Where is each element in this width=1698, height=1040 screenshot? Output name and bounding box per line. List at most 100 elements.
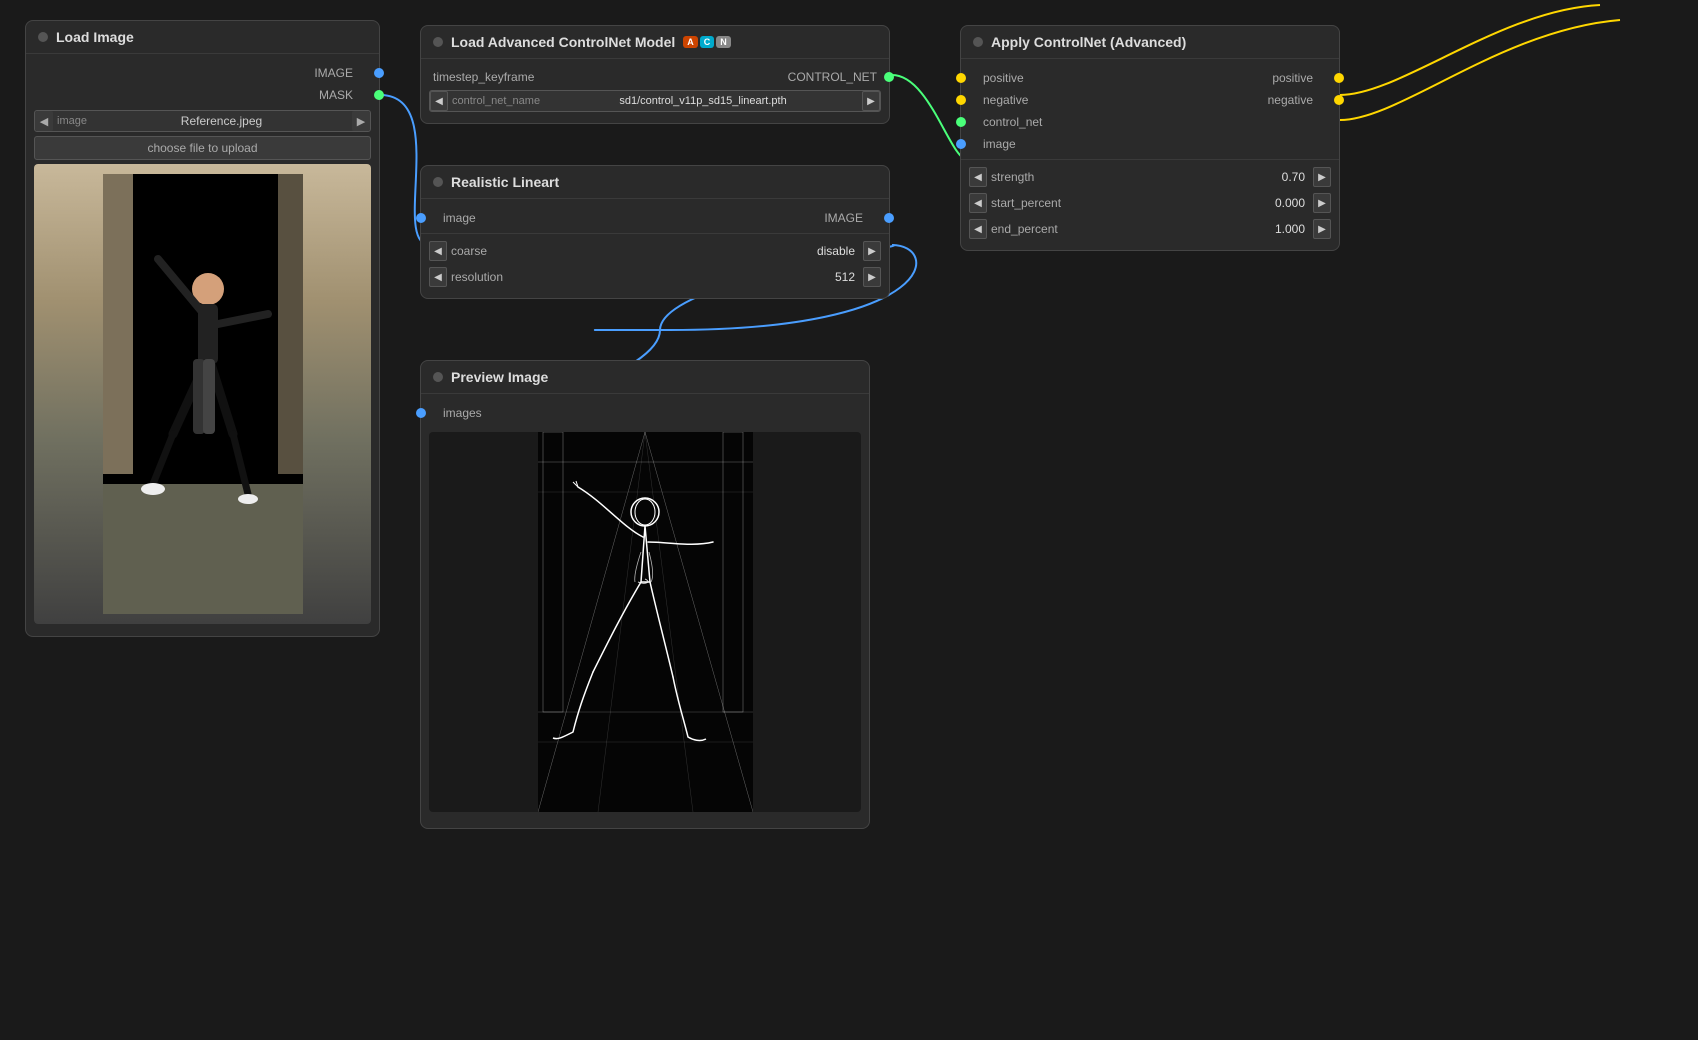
lineart-image-output-label: IMAGE: [824, 211, 863, 225]
end-percent-value: 1.000: [1275, 222, 1305, 236]
apply-image-input-label: image: [983, 137, 1016, 151]
controlnet-model-body: timestep_keyframe CONTROL_NET ◀ control_…: [421, 59, 889, 123]
control-net-name-input[interactable]: ◀ control_net_name sd1/control_v11p_sd15…: [429, 90, 881, 112]
apply-controlnet-dot: [973, 37, 983, 47]
load-image-body: IMAGE MASK ◀ image Reference.jpeg ▶ choo…: [26, 54, 379, 636]
controlnet-model-header: Load Advanced ControlNet Model A C N: [421, 26, 889, 59]
lineart-body: image IMAGE ◀ coarse disable ▶ ◀ resolut…: [421, 199, 889, 298]
control-net-input-dot[interactable]: [956, 117, 966, 127]
end-percent-label: end_percent: [991, 222, 1271, 236]
image-output-dot[interactable]: [374, 68, 384, 78]
resolution-value: 512: [835, 270, 855, 284]
mask-output-dot[interactable]: [374, 90, 384, 100]
apply-controlnet-title: Apply ControlNet (Advanced): [991, 34, 1186, 50]
start-percent-label: start_percent: [991, 196, 1271, 210]
strength-value: 0.70: [1282, 170, 1305, 184]
end-percent-prev-btn[interactable]: ◀: [969, 219, 987, 239]
badge-c: C: [700, 36, 715, 48]
resolution-control-row: ◀ resolution 512 ▶: [421, 264, 889, 290]
positive-input-label: positive: [983, 71, 1024, 85]
image-output-row: IMAGE: [26, 62, 379, 84]
coarse-control-row: ◀ coarse disable ▶: [421, 238, 889, 264]
strength-label: strength: [991, 170, 1278, 184]
controlnet-model-title: Load Advanced ControlNet Model: [451, 34, 675, 50]
image-input-row: image: [961, 133, 1339, 155]
preview-header: Preview Image: [421, 361, 869, 394]
lineart-image-input-label: image: [443, 211, 476, 225]
positive-input-dot[interactable]: [956, 73, 966, 83]
control-net-output-dot[interactable]: [884, 72, 894, 82]
divider-2: [421, 233, 889, 234]
positive-output-label: positive: [1272, 71, 1313, 85]
mask-output-label: MASK: [319, 88, 353, 102]
preview-image-node: Preview Image images: [420, 360, 870, 829]
upload-button[interactable]: choose file to upload: [34, 136, 371, 160]
badge-n: N: [716, 36, 731, 48]
load-image-node: Load Image IMAGE MASK ◀ image Reference.…: [25, 20, 380, 637]
badge-a: A: [683, 36, 698, 48]
image-preview-area: [34, 164, 371, 624]
positive-output-dot[interactable]: [1334, 73, 1344, 83]
resolution-label: resolution: [451, 270, 831, 284]
dancer-svg: [103, 174, 303, 614]
resolution-next-btn[interactable]: ▶: [863, 267, 881, 287]
controlnet-model-dot: [433, 37, 443, 47]
file-field-label: image: [53, 113, 91, 129]
timestep-keyframe-label: timestep_keyframe: [433, 70, 534, 84]
coarse-value: disable: [817, 244, 855, 258]
control-net-input-row: control_net: [961, 111, 1339, 133]
dancer-image: [34, 164, 371, 624]
strength-control-row: ◀ strength 0.70 ▶: [961, 164, 1339, 190]
load-image-header: Load Image: [26, 21, 379, 54]
preview-body: images: [421, 394, 869, 828]
start-percent-next-btn[interactable]: ▶: [1313, 193, 1331, 213]
end-percent-next-btn[interactable]: ▶: [1313, 219, 1331, 239]
negative-input-row: negative negative: [961, 89, 1339, 111]
control-net-name-value: sd1/control_v11p_sd15_lineart.pth: [544, 93, 862, 109]
start-percent-value: 0.000: [1275, 196, 1305, 210]
strength-next-btn[interactable]: ▶: [1313, 167, 1331, 187]
coarse-label: coarse: [451, 244, 813, 258]
lineart-image-input-dot[interactable]: [416, 213, 426, 223]
lineart-image-row: image IMAGE: [421, 207, 889, 229]
coarse-prev-btn[interactable]: ◀: [429, 241, 447, 261]
strength-prev-btn[interactable]: ◀: [969, 167, 987, 187]
resolution-prev-btn[interactable]: ◀: [429, 267, 447, 287]
apply-image-input-dot[interactable]: [956, 139, 966, 149]
file-selector[interactable]: ◀ image Reference.jpeg ▶: [34, 110, 371, 132]
load-image-dot: [38, 32, 48, 42]
preview-title: Preview Image: [451, 369, 548, 385]
lineart-svg: [538, 432, 753, 812]
prev-file-btn[interactable]: ◀: [35, 111, 53, 131]
lineart-title: Realistic Lineart: [451, 174, 559, 190]
control-net-name-label: control_net_name: [448, 93, 544, 109]
next-file-btn[interactable]: ▶: [352, 111, 370, 131]
acn-badges: A C N: [683, 36, 731, 48]
negative-output-dot[interactable]: [1334, 95, 1344, 105]
load-image-title: Load Image: [56, 29, 134, 45]
current-file-name: Reference.jpeg: [91, 112, 352, 130]
divider-1: [961, 159, 1339, 160]
mask-output-row: MASK: [26, 84, 379, 106]
lineart-preview-area: [429, 432, 861, 812]
negative-output-label: negative: [1268, 93, 1313, 107]
preview-dot: [433, 372, 443, 382]
controlnet-model-node: Load Advanced ControlNet Model A C N tim…: [420, 25, 890, 124]
image-output-label: IMAGE: [314, 66, 353, 80]
lineart-image-output-dot[interactable]: [884, 213, 894, 223]
preview-images-row: images: [421, 402, 869, 424]
control-net-output-label: CONTROL_NET: [788, 70, 877, 84]
preview-images-label: images: [443, 406, 482, 420]
negative-input-dot[interactable]: [956, 95, 966, 105]
end-percent-control-row: ◀ end_percent 1.000 ▶: [961, 216, 1339, 242]
lineart-node: Realistic Lineart image IMAGE ◀ coarse d…: [420, 165, 890, 299]
preview-images-input-dot[interactable]: [416, 408, 426, 418]
control-net-name-row: ◀ control_net_name sd1/control_v11p_sd15…: [421, 87, 889, 115]
start-percent-prev-btn[interactable]: ◀: [969, 193, 987, 213]
apply-controlnet-body: positive positive negative negative cont…: [961, 59, 1339, 250]
control-net-name-prev-btn[interactable]: ◀: [430, 91, 448, 111]
control-net-name-next-btn[interactable]: ▶: [862, 91, 880, 111]
apply-controlnet-header: Apply ControlNet (Advanced): [961, 26, 1339, 59]
lineart-header: Realistic Lineart: [421, 166, 889, 199]
coarse-next-btn[interactable]: ▶: [863, 241, 881, 261]
